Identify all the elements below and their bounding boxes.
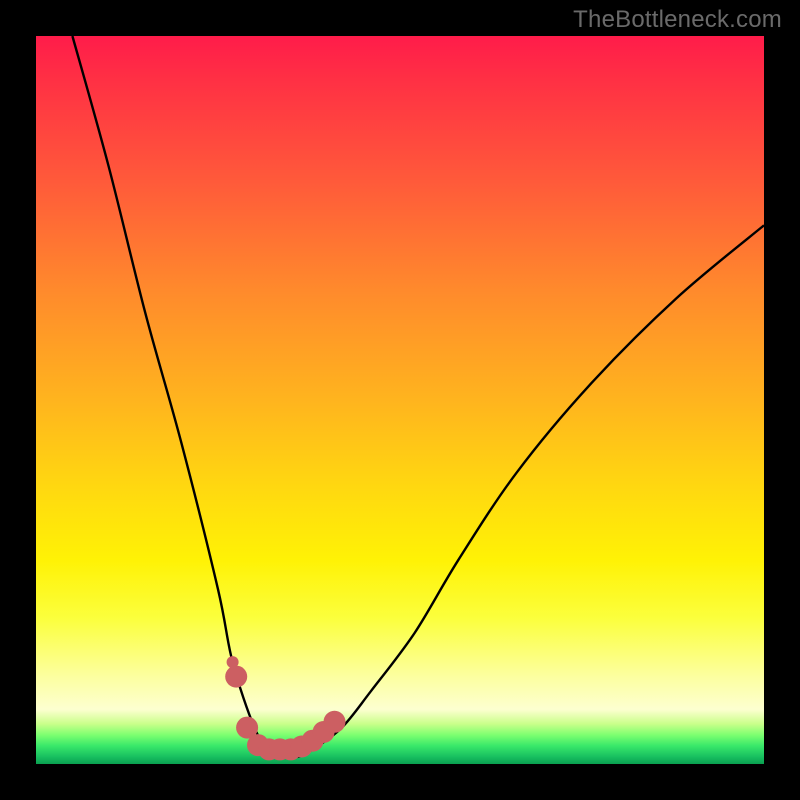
- isolated-marker-dot: [227, 656, 239, 668]
- curve-layer: [36, 36, 764, 764]
- minimum-marker: [225, 666, 247, 688]
- minimum-marker: [324, 711, 346, 733]
- minimum-markers: [225, 666, 345, 761]
- plot-area: [36, 36, 764, 764]
- chart-frame: TheBottleneck.com: [0, 0, 800, 800]
- bottleneck-curve: [72, 36, 764, 758]
- isolated-marker: [227, 656, 239, 668]
- watermark-text: TheBottleneck.com: [573, 6, 782, 34]
